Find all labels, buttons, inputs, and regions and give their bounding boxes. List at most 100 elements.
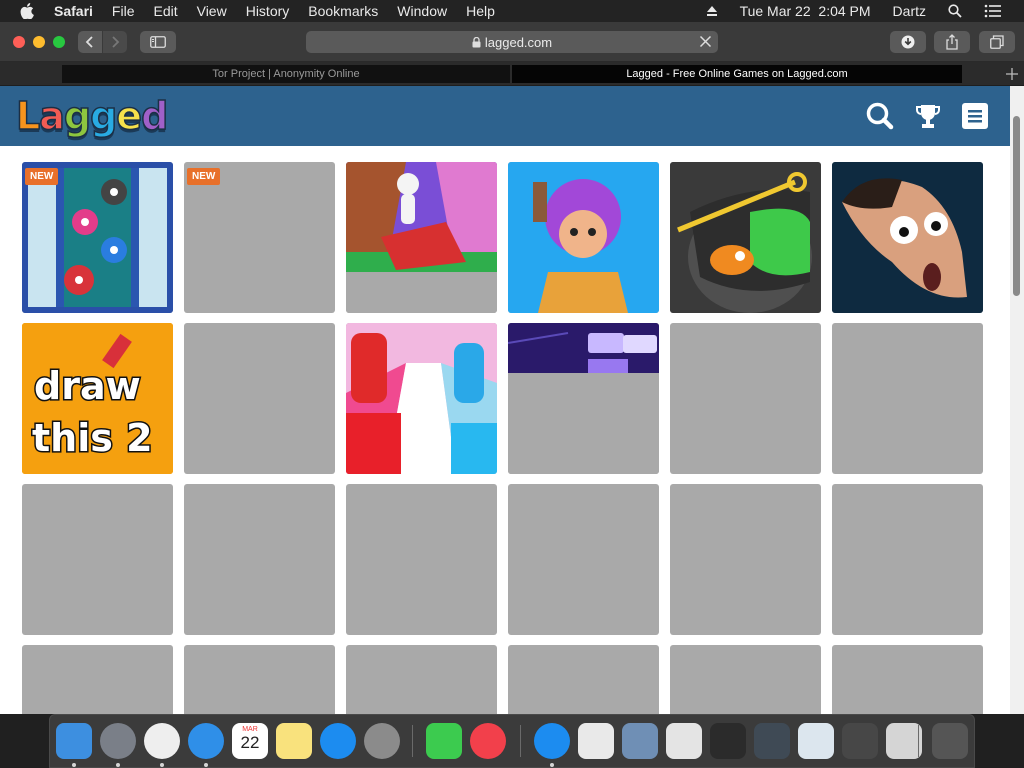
dock-system-preferences-icon[interactable] xyxy=(364,723,400,759)
logo-letter: d xyxy=(140,93,169,139)
hamburger-menu-icon[interactable] xyxy=(961,102,989,130)
logo-letter: g xyxy=(89,93,118,139)
eject-icon[interactable] xyxy=(706,5,718,17)
new-tab-button[interactable] xyxy=(1002,64,1022,84)
new-badge: NEW xyxy=(187,168,221,185)
game-tile[interactable] xyxy=(346,162,497,313)
dock-window-thumb-5-icon[interactable] xyxy=(798,723,834,759)
calendar-month: MAR xyxy=(242,726,258,733)
game-tile[interactable] xyxy=(22,645,173,714)
search-icon[interactable] xyxy=(866,102,894,130)
dock-separator xyxy=(412,725,413,757)
game-thumbnail: draw this 2 xyxy=(22,323,173,474)
share-button[interactable] xyxy=(934,31,970,53)
dock-window-thumb-3-icon[interactable] xyxy=(710,723,746,759)
dock-notes-icon[interactable] xyxy=(276,723,312,759)
dock-window-thumb-1-icon[interactable] xyxy=(622,723,658,759)
chevron-right-icon xyxy=(112,36,120,48)
game-thumbnail xyxy=(346,323,497,474)
dock-window-thumb-6-icon[interactable] xyxy=(842,723,878,759)
game-tile[interactable]: NEW xyxy=(22,162,173,313)
running-indicator xyxy=(116,763,120,767)
tab-tor-project[interactable]: Tor Project | Anonymity Online xyxy=(62,65,510,83)
game-thumbnail xyxy=(508,323,659,474)
menu-safari[interactable]: Safari xyxy=(54,3,93,19)
game-tile[interactable] xyxy=(832,484,983,635)
dock-news-icon[interactable] xyxy=(470,723,506,759)
dock-window-thumb-4-icon[interactable] xyxy=(754,723,790,759)
game-tile[interactable] xyxy=(508,484,659,635)
dock-window-thumb-2-icon[interactable] xyxy=(666,723,702,759)
menu-file[interactable]: File xyxy=(112,3,135,19)
dock-app-store-downloads-icon[interactable] xyxy=(534,723,570,759)
dock-safari-icon[interactable] xyxy=(188,723,224,759)
game-tile[interactable]: NEW xyxy=(184,162,335,313)
game-tile[interactable] xyxy=(670,162,821,313)
lagged-logo[interactable]: Lagged xyxy=(15,93,169,139)
forward-button[interactable] xyxy=(103,31,127,53)
downloads-button[interactable] xyxy=(890,31,926,53)
page-scrollbar[interactable] xyxy=(1010,86,1024,714)
game-tile[interactable] xyxy=(670,484,821,635)
dock-calendar-icon[interactable]: MAR 22 xyxy=(232,723,268,759)
back-button[interactable] xyxy=(78,31,102,53)
dock-safari-download-icon[interactable] xyxy=(578,723,614,759)
game-tile[interactable] xyxy=(832,162,983,313)
running-indicator xyxy=(72,763,76,767)
menu-view[interactable]: View xyxy=(197,3,227,19)
game-tile[interactable] xyxy=(184,645,335,714)
apple-menu-icon[interactable] xyxy=(20,3,36,19)
close-window-button[interactable] xyxy=(13,36,25,48)
game-tile[interactable] xyxy=(670,323,821,474)
game-tile[interactable] xyxy=(184,484,335,635)
spotlight-icon[interactable] xyxy=(948,4,962,18)
sidebar-toggle-button[interactable] xyxy=(140,31,176,53)
dock-chrome-icon[interactable] xyxy=(144,723,180,759)
game-tile[interactable] xyxy=(508,162,659,313)
menu-window[interactable]: Window xyxy=(397,3,447,19)
menu-help[interactable]: Help xyxy=(466,3,495,19)
dock-separator xyxy=(520,725,521,757)
game-tile[interactable] xyxy=(508,323,659,474)
fullscreen-window-button[interactable] xyxy=(53,36,65,48)
address-text: lagged.com xyxy=(484,34,553,50)
game-thumbnail xyxy=(346,162,497,313)
trophy-icon[interactable] xyxy=(914,102,942,130)
game-tile[interactable] xyxy=(346,323,497,474)
dock-launchpad-icon[interactable] xyxy=(100,723,136,759)
site-header: Lagged xyxy=(0,86,1010,146)
game-tile[interactable] xyxy=(832,323,983,474)
dock-facetime-icon[interactable] xyxy=(426,723,462,759)
chevron-left-icon xyxy=(85,36,93,48)
minimize-window-button[interactable] xyxy=(33,36,45,48)
menu-bar: Safari File Edit View History Bookmarks … xyxy=(0,0,1024,22)
menu-edit[interactable]: Edit xyxy=(153,3,177,19)
show-tabs-button[interactable] xyxy=(979,31,1015,53)
notification-center-icon[interactable] xyxy=(984,4,1002,18)
scrollbar-thumb[interactable] xyxy=(1013,116,1020,296)
logo-letter: L xyxy=(15,93,41,139)
game-tile[interactable] xyxy=(508,645,659,714)
clear-address-icon[interactable] xyxy=(699,35,712,48)
dock-trash-icon[interactable] xyxy=(932,723,968,759)
logo-letter: g xyxy=(63,93,92,139)
menu-bookmarks[interactable]: Bookmarks xyxy=(308,3,378,19)
tab-lagged[interactable]: Lagged - Free Online Games on Lagged.com xyxy=(512,65,962,83)
game-tile[interactable] xyxy=(670,645,821,714)
game-tile[interactable]: draw this 2 xyxy=(22,323,173,474)
user-menu[interactable]: Dartz xyxy=(893,3,926,19)
address-bar[interactable]: lagged.com xyxy=(306,31,718,53)
game-tile[interactable] xyxy=(22,484,173,635)
game-tile[interactable] xyxy=(346,645,497,714)
dock-window-thumb-7-icon[interactable] xyxy=(886,723,922,759)
game-tile[interactable] xyxy=(184,323,335,474)
game-thumbnail xyxy=(670,162,821,313)
dock-app-store-icon[interactable] xyxy=(320,723,356,759)
game-tile[interactable] xyxy=(346,484,497,635)
clock[interactable]: Tue Mar 22 2:04 PM xyxy=(740,3,871,19)
logo-letter: e xyxy=(116,93,143,139)
game-tile[interactable] xyxy=(832,645,983,714)
new-badge: NEW xyxy=(25,168,59,185)
dock-finder-icon[interactable] xyxy=(56,723,92,759)
menu-history[interactable]: History xyxy=(246,3,290,19)
